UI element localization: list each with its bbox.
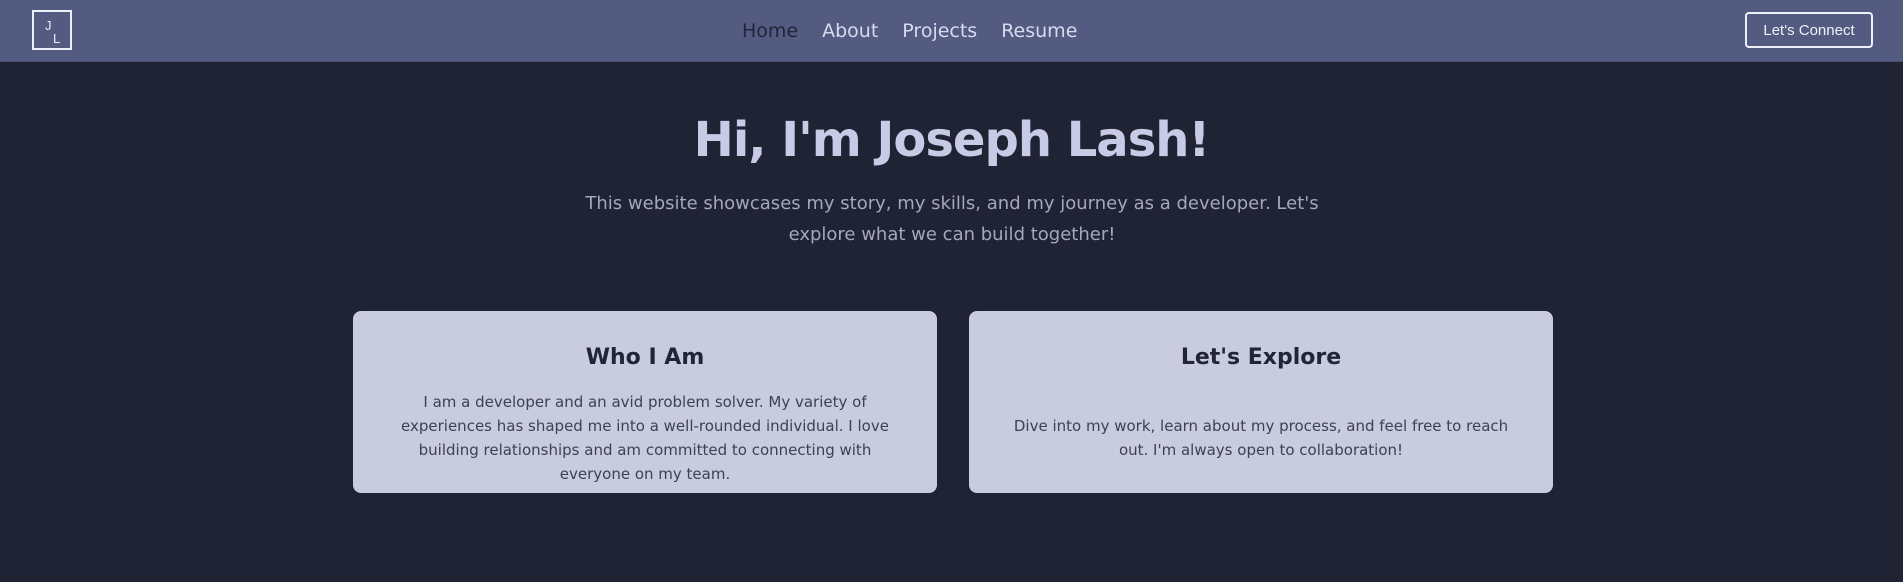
main-nav: Home About Projects Resume <box>742 0 1077 62</box>
site-logo[interactable]: J L <box>32 10 72 50</box>
nav-link-home[interactable]: Home <box>742 20 798 42</box>
nav-link-resume[interactable]: Resume <box>1001 20 1077 42</box>
card-who-i-am: Who I Am I am a developer and an avid pr… <box>353 311 937 493</box>
card-text: I am a developer and an avid problem sol… <box>401 393 889 483</box>
card-lets-explore: Let's Explore Dive into my work, learn a… <box>969 311 1553 493</box>
card-title: Who I Am <box>585 345 705 370</box>
card-text: Dive into my work, learn about my proces… <box>1013 417 1509 459</box>
lets-connect-button[interactable]: Let's Connect <box>1745 12 1873 48</box>
nav-link-about[interactable]: About <box>822 20 878 42</box>
nav-link-projects[interactable]: Projects <box>902 20 977 42</box>
hero-subtitle: This website showcases my story, my skil… <box>585 193 1319 245</box>
logo-letter-j: J <box>45 18 52 33</box>
navbar: J L Home About Projects Resume Let's Con… <box>0 0 1903 62</box>
logo-letter-l: L <box>53 31 61 46</box>
card-title: Let's Explore <box>1180 345 1342 370</box>
hero-title: Hi, I'm Joseph Lash! <box>693 112 1211 168</box>
